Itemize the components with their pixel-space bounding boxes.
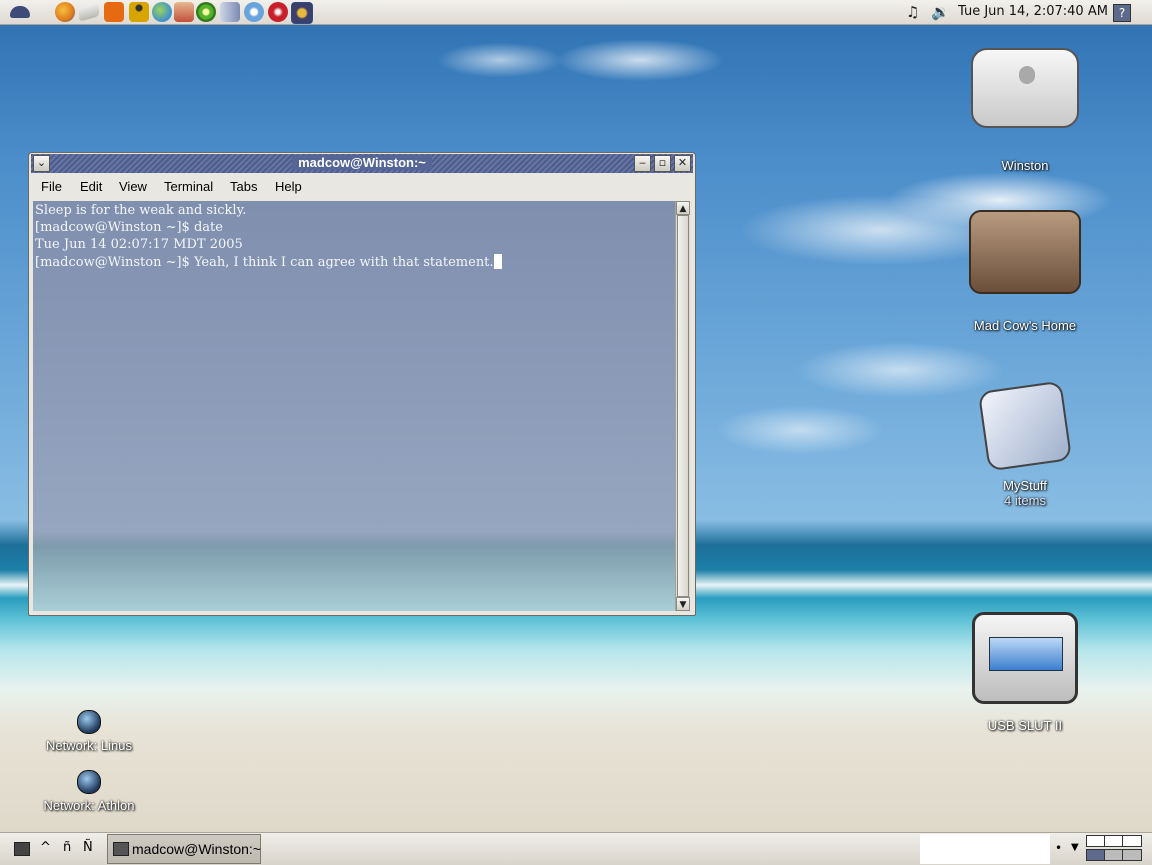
menu-tabs[interactable]: Tabs [230, 179, 257, 194]
menu-terminal[interactable]: Terminal [164, 179, 213, 194]
text-cursor [493, 254, 502, 269]
terminal-icon [113, 842, 129, 856]
taskbar-button-label: madcow@Winston:~ [132, 841, 261, 857]
music-note-icon[interactable]: ♫ [906, 3, 919, 21]
notification-area [920, 834, 1050, 864]
window-titlebar[interactable]: ⌄ madcow@Winston:~ ‒ ▫ ✕ [31, 154, 693, 173]
maximize-button[interactable]: ▫ [654, 155, 671, 172]
bottom-panel: ^ ñ Ñ madcow@Winston:~ • ▼ [0, 832, 1152, 865]
terminal-current-input: [madcow@Winston ~]$ Yeah, I think I can … [35, 255, 494, 270]
workspace-4-active[interactable] [1086, 849, 1106, 861]
desktop-icon-label: Network: Athlon [43, 798, 135, 813]
bullet-icon[interactable]: • [1055, 841, 1062, 855]
help-button[interactable]: ? [1113, 4, 1131, 22]
desktop-icon-label: USB SLUT II [987, 718, 1063, 733]
desktop-icon-winston[interactable]: Winston [955, 48, 1095, 173]
taskbar-terminal-button[interactable]: madcow@Winston:~ [107, 834, 261, 864]
workspace-1[interactable] [1086, 835, 1106, 847]
scrollbar-thumb[interactable] [677, 215, 689, 597]
desktop-icon-sublabel: 4 items [1004, 493, 1046, 508]
desktop-icon-usb[interactable]: USB SLUT II [955, 612, 1095, 733]
terminal-line: Tue Jun 14 02:07:17 MDT 2005 [35, 237, 243, 252]
volume-icon[interactable]: 🔉 [931, 3, 950, 21]
tools-icon[interactable] [174, 2, 194, 22]
workspace-5[interactable] [1104, 849, 1124, 861]
menu-edit[interactable]: Edit [80, 179, 102, 194]
scroll-down-arrow-icon[interactable]: ▼ [676, 597, 690, 611]
applet-glyph[interactable]: ^ [40, 840, 51, 855]
workspace-3[interactable] [1122, 835, 1142, 847]
removable-drive-icon [972, 612, 1078, 704]
workspace-6[interactable] [1122, 849, 1142, 861]
applet-glyph[interactable]: Ñ [83, 840, 93, 855]
menu-help[interactable]: Help [275, 179, 302, 194]
show-desktop-icon[interactable] [14, 842, 30, 856]
firefox-icon[interactable] [55, 2, 75, 22]
accessibility-icon[interactable] [129, 2, 149, 22]
rss-feed-icon[interactable] [104, 2, 124, 22]
terminal-line: Sleep is for the weak and sickly. [35, 203, 247, 218]
desktop-icon-label: MyStuff [1003, 478, 1047, 493]
terminal-prompt-line: [madcow@Winston ~]$ Yeah, I think I can … [35, 254, 502, 270]
menu-view[interactable]: View [119, 179, 147, 194]
panel-clock[interactable]: Tue Jun 14, 2:07:40 AM [958, 4, 1108, 19]
no-entry-icon[interactable] [268, 2, 288, 22]
desktop-icon-network-athlon[interactable]: Network: Athlon [30, 770, 148, 813]
terminal-window[interactable]: ⌄ madcow@Winston:~ ‒ ▫ ✕ File Edit View … [28, 152, 696, 616]
computer-icon [971, 48, 1079, 128]
folder-smiley-icon [977, 380, 1073, 472]
mail-icon[interactable] [79, 2, 99, 22]
chevron-down-icon[interactable]: ▼ [1071, 842, 1079, 853]
media-player-icon[interactable] [291, 2, 313, 24]
desktop-icon-label: Winston [1001, 158, 1049, 173]
network-globe-icon [77, 710, 101, 734]
top-panel: ♫ 🔉 Tue Jun 14, 2:07:40 AM ? [0, 0, 1152, 25]
desktop-icon-mystuff[interactable]: MyStuff 4 items [955, 380, 1095, 508]
home-tray-icon [969, 210, 1081, 294]
mixer-icon[interactable] [220, 2, 240, 22]
main-menu-hat-icon[interactable] [10, 6, 30, 18]
close-button[interactable]: ✕ [674, 155, 691, 172]
minimize-button[interactable]: ‒ [634, 155, 651, 172]
window-title: madcow@Winston:~ [292, 155, 432, 170]
desktop-icon-label: Network: Linus [46, 738, 132, 753]
workspace-2[interactable] [1104, 835, 1124, 847]
green-circle-icon[interactable] [196, 2, 216, 22]
vertical-scrollbar[interactable]: ▲ ▼ [675, 201, 690, 611]
desktop-icon-network-linus[interactable]: Network: Linus [30, 710, 148, 753]
menu-bar: File Edit View Terminal Tabs Help [31, 175, 693, 199]
itunes-icon[interactable] [244, 2, 264, 22]
applet-glyph[interactable]: ñ [63, 840, 71, 855]
terminal-line: [madcow@Winston ~]$ date [35, 220, 223, 235]
scroll-up-arrow-icon[interactable]: ▲ [676, 201, 690, 215]
menu-file[interactable]: File [41, 179, 62, 194]
network-globe-icon [77, 770, 101, 794]
desktop-icon-home[interactable]: Mad Cow's Home [955, 210, 1095, 333]
desktop-icon-label: Mad Cow's Home [973, 318, 1077, 333]
terminal-output[interactable]: Sleep is for the weak and sickly. [madco… [33, 201, 675, 611]
globe-icon[interactable] [152, 2, 172, 22]
